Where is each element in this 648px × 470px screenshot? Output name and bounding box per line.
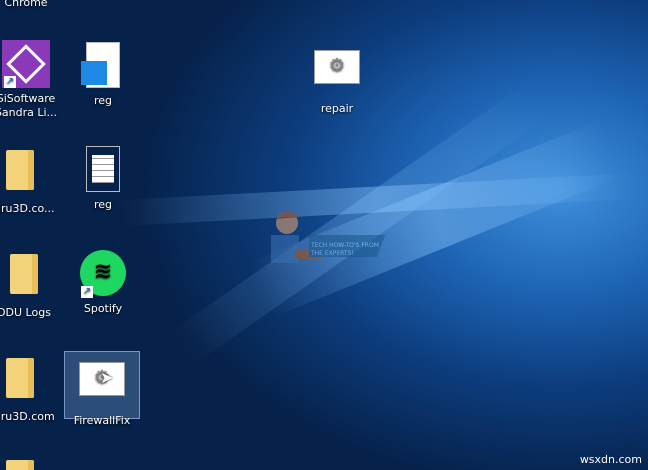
desktop: Chrome ↗ SiSoftware Sandra Li... reg ⚙ r…: [0, 0, 648, 470]
folder-icon: [0, 460, 44, 470]
appuals-watermark-logo: TECH HOW-TO'S FROM THE EXPERTS!: [271, 211, 385, 263]
desktop-icon-guru3d-folder[interactable]: Guru3D.co...: [0, 146, 58, 216]
desktop-icon-sandra[interactable]: ↗ SiSoftware Sandra Li...: [0, 40, 64, 120]
desktop-icon-spotify[interactable]: ≋ ↗ Spotify: [65, 250, 141, 316]
shortcut-arrow-icon: ↗: [81, 286, 93, 298]
folder-icon: [0, 150, 44, 198]
folder-icon: [0, 254, 48, 302]
icon-label: Guru3D.co...: [0, 202, 55, 215]
site-watermark: wsxdn.com: [579, 453, 642, 466]
desktop-icon-chrome[interactable]: Chrome: [0, 0, 64, 10]
registry-file-icon: [79, 42, 127, 90]
desktop-icon-guru3d-com[interactable]: Guru3D.com: [0, 354, 58, 424]
icon-label: reg: [93, 198, 113, 211]
icon-label: Chrome: [4, 0, 48, 9]
icon-label: Spotify: [83, 302, 123, 315]
text-file-icon: [79, 146, 127, 194]
folder-icon: [0, 358, 44, 406]
icon-label: Guru3D.com: [0, 410, 55, 423]
desktop-icon-folder[interactable]: [0, 460, 58, 470]
desktop-icon-reg-text[interactable]: reg: [65, 146, 141, 212]
icon-label: SiSoftware Sandra Li...: [0, 92, 58, 119]
desktop-icon-ddu-logs[interactable]: DDU Logs: [0, 250, 62, 320]
desktop-icon-repair[interactable]: ⚙ repair: [299, 42, 375, 116]
svg-text:TECH HOW-TO'S FROM: TECH HOW-TO'S FROM: [310, 242, 379, 249]
batch-file-icon: ⚙: [313, 50, 361, 98]
icon-label: reg: [93, 94, 113, 107]
svg-text:THE EXPERTS!: THE EXPERTS!: [310, 250, 354, 257]
sandra-icon: ↗: [2, 40, 50, 88]
desktop-icon-reg[interactable]: reg: [65, 42, 141, 108]
spotify-icon: ≋ ↗: [79, 250, 127, 298]
mouse-cursor-icon: ➤: [100, 368, 114, 387]
shortcut-arrow-icon: ↗: [4, 76, 16, 88]
icon-label: FirewallFix: [73, 414, 131, 427]
icon-label: DDU Logs: [0, 306, 51, 319]
icon-label: repair: [320, 102, 354, 115]
